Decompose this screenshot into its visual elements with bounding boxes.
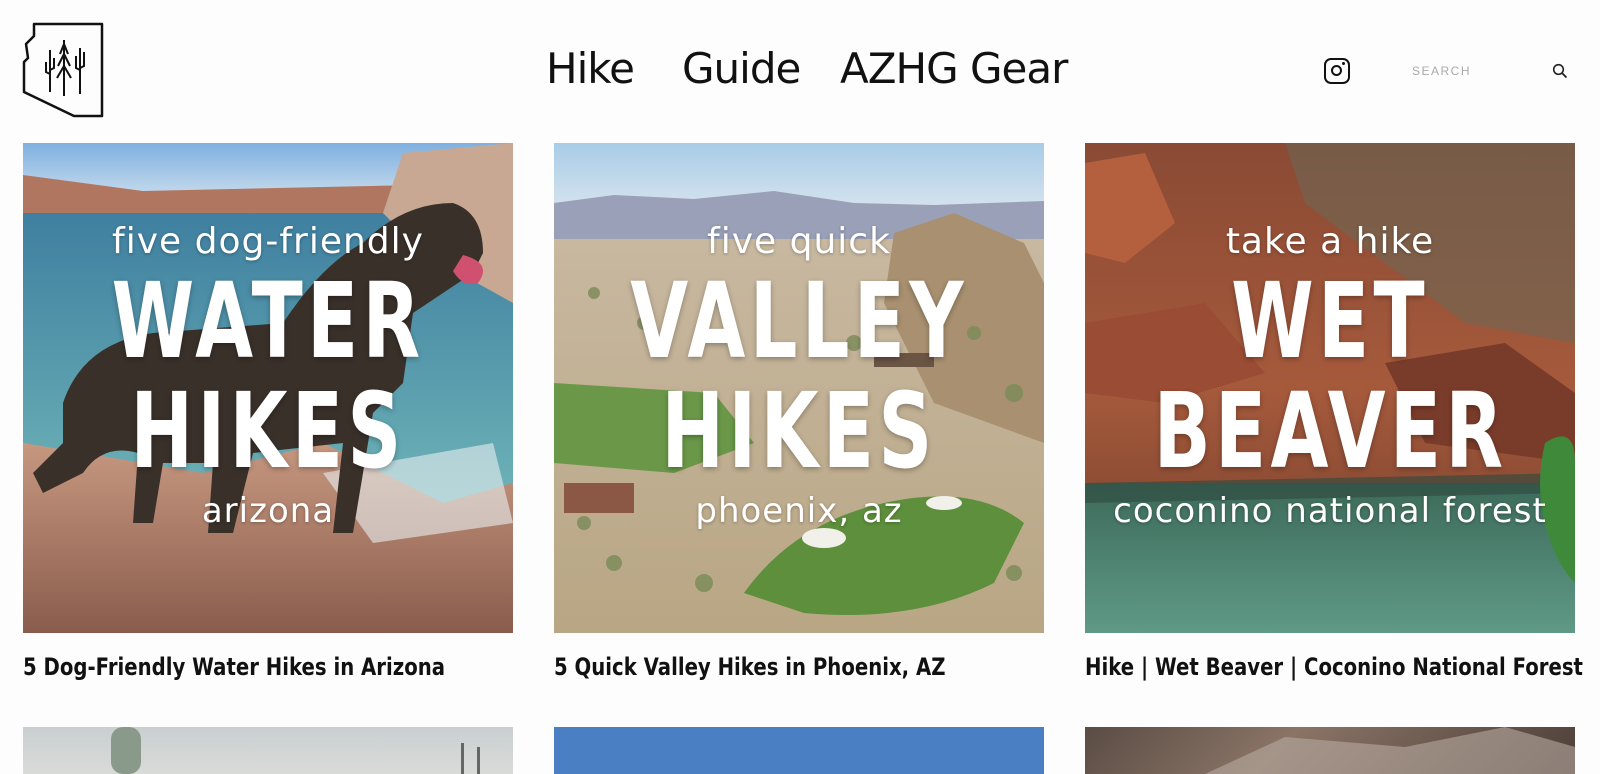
post-card[interactable]: take a hike WET BEAVER coconino national… <box>1085 143 1583 681</box>
nav-azhg-gear[interactable]: AZHG Gear <box>840 44 1068 93</box>
instagram-icon[interactable] <box>1324 58 1350 84</box>
overlay-headline-line2: BEAVER <box>1153 370 1508 492</box>
post-title[interactable]: 5 Quick Valley Hikes in Phoenix, AZ <box>554 653 956 681</box>
search-input[interactable] <box>1412 62 1572 80</box>
overlay-location: arizona <box>201 491 335 531</box>
main-nav: Hike Guide AZHG Gear <box>0 44 1600 100</box>
post-title[interactable]: 5 Dog-Friendly Water Hikes in Arizona <box>23 653 445 681</box>
thumbnail-overlay: take a hike WET BEAVER coconino national… <box>1085 143 1575 633</box>
search-icon[interactable] <box>1552 63 1568 79</box>
overlay-headline-line1: VALLEY <box>630 260 968 382</box>
overlay-headline-line2: HIKES <box>130 370 406 492</box>
overlay-location: phoenix, az <box>695 491 903 531</box>
overlay-subtitle: five dog-friendly <box>112 221 424 262</box>
overlay-location: coconino national forest <box>1113 491 1547 531</box>
thumbnail-overlay: five dog-friendly WATER HIKES arizona <box>23 143 513 633</box>
post-thumbnail-partial[interactable] <box>23 727 513 774</box>
overlay-subtitle: take a hike <box>1225 221 1435 262</box>
canyon-rock-photo-partial <box>1205 727 1575 774</box>
post-title[interactable]: Hike | Wet Beaver | Coconino National Fo… <box>1085 653 1583 681</box>
saguaro-photo-partial <box>111 727 480 774</box>
post-card[interactable]: five quick VALLEY HIKES phoenix, az 5 Qu… <box>554 143 1044 681</box>
post-thumbnail-partial[interactable] <box>554 727 1044 774</box>
post-thumbnail[interactable]: five dog-friendly WATER HIKES arizona <box>23 143 513 633</box>
overlay-headline-line1: WET <box>1231 260 1429 382</box>
nav-hike[interactable]: Hike <box>546 44 635 93</box>
post-thumbnail[interactable]: take a hike WET BEAVER coconino national… <box>1085 143 1575 633</box>
post-card[interactable]: five dog-friendly WATER HIKES arizona 5 … <box>23 143 513 681</box>
post-thumbnail[interactable]: five quick VALLEY HIKES phoenix, az <box>554 143 1044 633</box>
nav-guide[interactable]: Guide <box>682 44 801 93</box>
overlay-headline-line2: HIKES <box>661 370 937 492</box>
overlay-subtitle: five quick <box>707 221 891 262</box>
overlay-headline-line1: WATER <box>111 260 425 382</box>
thumbnail-overlay: five quick VALLEY HIKES phoenix, az <box>554 143 1044 633</box>
post-thumbnail-partial[interactable] <box>1085 727 1575 774</box>
